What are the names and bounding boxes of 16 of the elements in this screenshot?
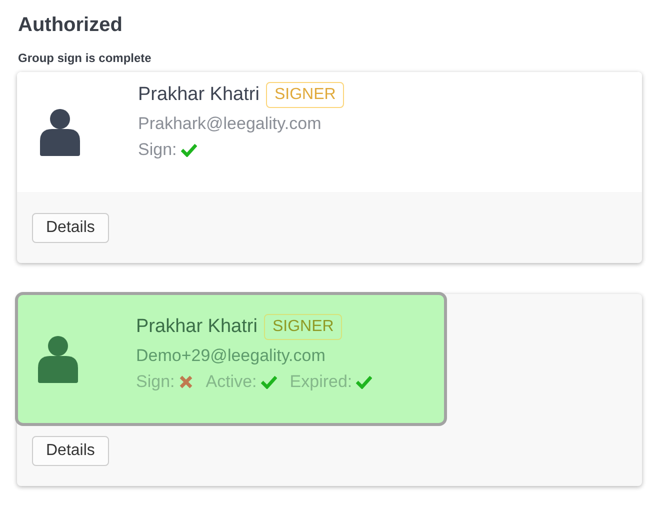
signer-email: Prakhark@leegality.com xyxy=(138,114,322,134)
person-icon xyxy=(38,335,78,383)
signer-name: Prakhar Khatri xyxy=(138,84,260,106)
status-label: Sign: xyxy=(138,140,177,160)
role-badge: SIGNER xyxy=(266,82,344,108)
details-button[interactable]: Details xyxy=(32,436,109,466)
details-button[interactable]: Details xyxy=(32,213,109,243)
status-label: Sign: xyxy=(136,372,175,392)
status-label: Active: xyxy=(206,372,257,392)
role-badge: SIGNER xyxy=(264,314,342,340)
signer-email: Demo+29@leegality.com xyxy=(136,346,326,366)
section-heading: Authorized xyxy=(18,14,124,37)
signer-name: Prakhar Khatri xyxy=(136,316,258,338)
person-icon xyxy=(40,108,80,156)
group-status-text: Group sign is complete xyxy=(18,51,152,65)
status-label: Expired: xyxy=(290,372,352,392)
